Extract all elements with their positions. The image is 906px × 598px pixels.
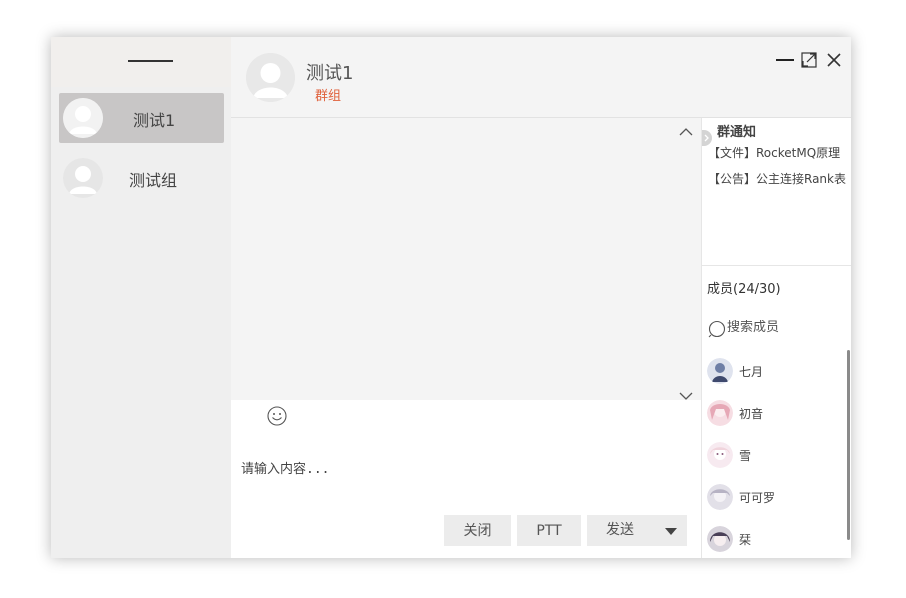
member-list-scrollbar[interactable] <box>847 350 850 540</box>
scroll-down-button[interactable] <box>679 386 693 400</box>
member-name: 雪 <box>739 449 752 463</box>
member-name: 初音 <box>739 407 764 421</box>
user-avatar-icon <box>707 484 733 510</box>
chat-header: 测试1 群组 <box>231 37 851 118</box>
header-avatar <box>246 53 295 102</box>
member-search-input[interactable] <box>727 320 832 335</box>
ptt-button[interactable]: PTT <box>517 515 581 546</box>
member-avatar <box>707 484 733 510</box>
smiley-icon <box>267 406 287 426</box>
compose-area: 关闭 PTT 发送 <box>231 400 701 558</box>
chat-window: 测试1 测试组 测试1 群组 请输入内容... 关闭 PTT 发送 群通知 【文… <box>51 37 851 558</box>
search-icon <box>708 320 726 338</box>
member-name: 七月 <box>739 365 764 379</box>
avatar <box>63 158 103 198</box>
member-item[interactable]: 初音 <box>707 400 837 428</box>
default-avatar-icon <box>246 53 295 102</box>
group-notice: 群通知 【文件】RocketMQ原理 【公告】公主连接Rank表 <box>702 118 851 266</box>
member-name: 可可罗 <box>739 491 776 505</box>
chat-item-test-group[interactable]: 测试组 <box>59 153 224 203</box>
chat-item-label: 测试组 <box>129 171 178 190</box>
chat-type-label: 群组 <box>315 89 342 104</box>
avatar <box>63 98 103 138</box>
member-item[interactable]: 可可罗 <box>707 484 837 512</box>
minimize-icon <box>776 59 794 61</box>
close-button[interactable]: 关闭 <box>444 515 511 546</box>
send-button-label: 发送 <box>606 522 634 538</box>
caret-down-icon[interactable] <box>665 528 677 535</box>
close-window-button[interactable] <box>827 52 841 67</box>
notice-item[interactable]: 【公告】公主连接Rank表 <box>708 170 848 187</box>
sidebar: 测试1 测试组 <box>51 37 231 558</box>
message-input[interactable] <box>241 444 681 494</box>
default-avatar-icon <box>63 98 103 138</box>
message-area[interactable] <box>231 118 701 400</box>
member-search <box>708 320 838 338</box>
send-button[interactable]: 发送 <box>587 515 687 546</box>
default-avatar-icon <box>63 158 103 198</box>
chevron-up-icon <box>679 128 693 136</box>
chat-item-test1[interactable]: 测试1 <box>59 93 224 143</box>
member-avatar <box>707 442 733 468</box>
member-item[interactable]: 七月 <box>707 358 837 386</box>
notice-item[interactable]: 【文件】RocketMQ原理 <box>708 144 848 161</box>
members-count: 成员(24/30) <box>707 282 781 297</box>
user-avatar-icon <box>707 400 733 426</box>
menu-icon[interactable] <box>128 60 173 62</box>
scroll-up-button[interactable] <box>679 122 693 136</box>
member-avatar <box>707 400 733 426</box>
user-avatar-icon <box>707 526 733 552</box>
notice-title: 群通知 <box>717 125 757 140</box>
user-avatar-icon <box>707 358 733 384</box>
member-item[interactable]: 雪 <box>707 442 837 470</box>
sidebar-header <box>51 37 231 87</box>
expand-icon <box>801 52 817 68</box>
member-name: 栞 <box>739 533 752 547</box>
emoji-button[interactable] <box>267 406 287 426</box>
chat-item-label: 测试1 <box>133 111 176 130</box>
user-avatar-icon <box>707 442 733 468</box>
close-icon <box>827 53 841 67</box>
group-info-panel: 群通知 【文件】RocketMQ原理 【公告】公主连接Rank表 成员(24/3… <box>701 118 851 558</box>
minimize-button[interactable] <box>776 51 794 69</box>
maximize-button[interactable] <box>801 52 817 68</box>
member-item[interactable]: 栞 <box>707 526 837 554</box>
member-avatar <box>707 358 733 384</box>
member-avatar <box>707 526 733 552</box>
chat-title: 测试1 <box>306 63 354 84</box>
